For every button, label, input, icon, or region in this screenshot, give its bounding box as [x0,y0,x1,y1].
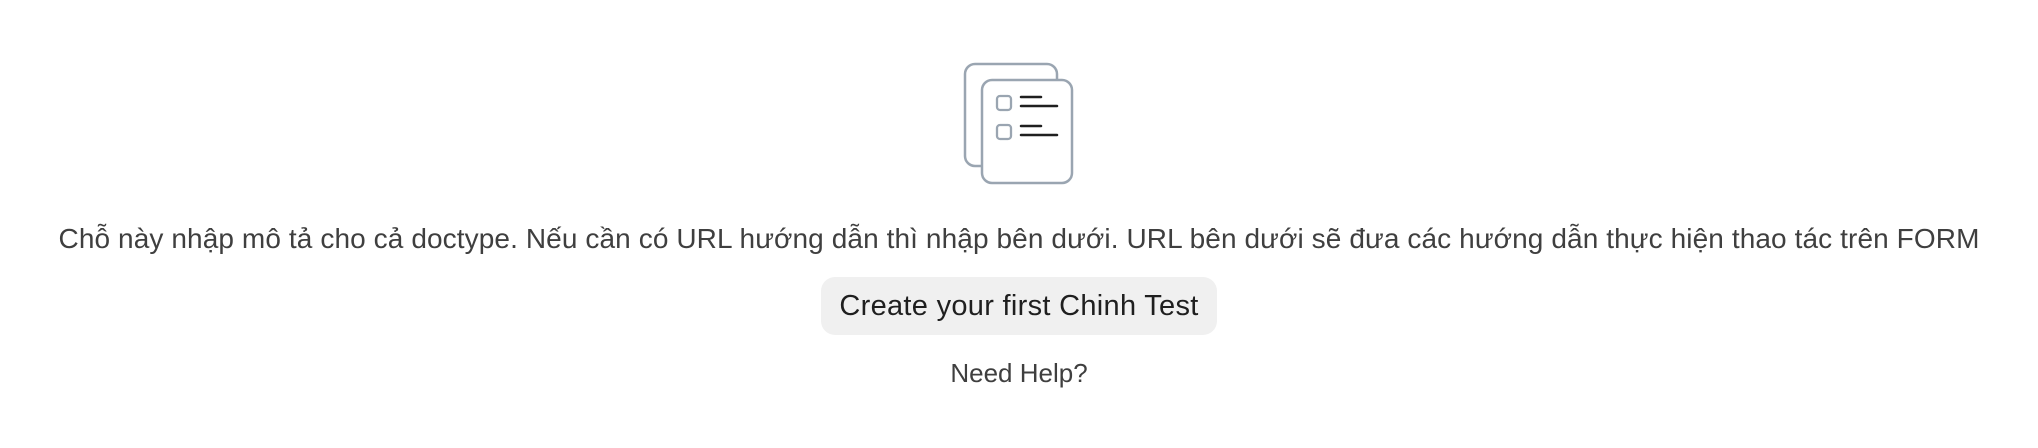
empty-state: Chỗ này nhập mô tả cho cả doctype. Nếu c… [0,0,2038,448]
create-first-record-button[interactable]: Create your first Chinh Test [821,277,1217,335]
empty-state-description: Chỗ này nhập mô tả cho cả doctype. Nếu c… [58,223,1980,254]
document-list-icon [963,62,1074,185]
need-help-link[interactable]: Need Help? [950,355,1087,391]
